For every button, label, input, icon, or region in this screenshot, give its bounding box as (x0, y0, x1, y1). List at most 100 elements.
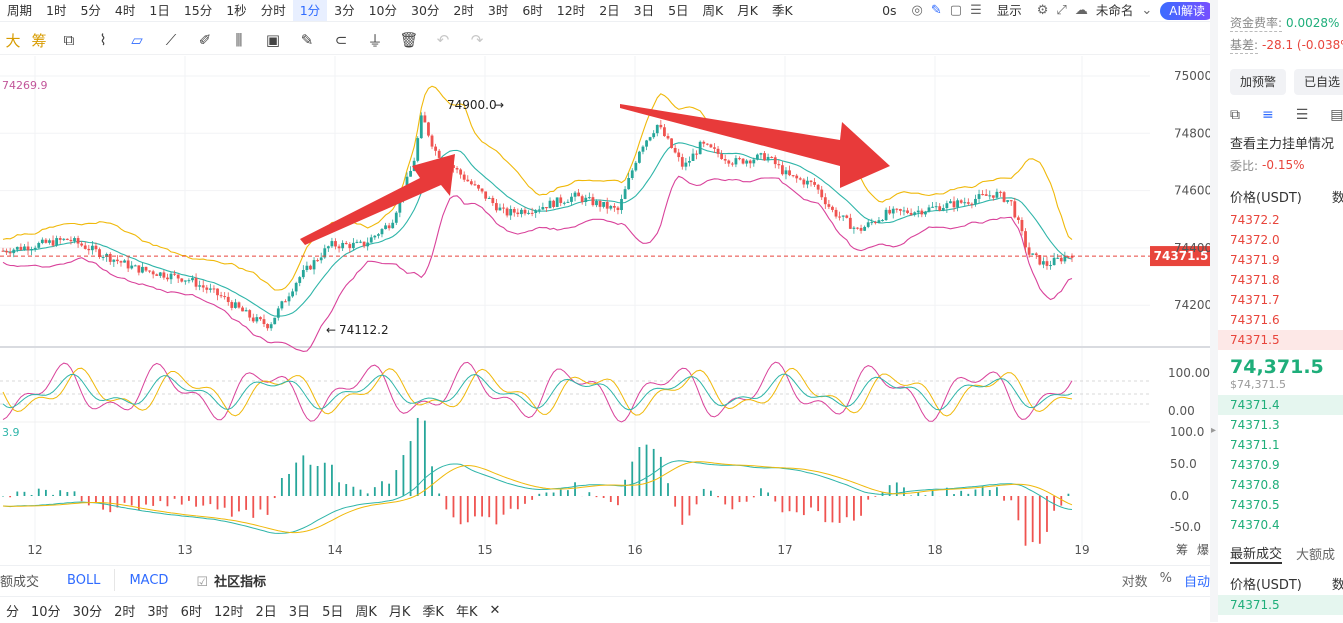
copy-icon[interactable]: ⧉ (1230, 107, 1240, 123)
candle-icon[interactable]: ⫼ (222, 31, 256, 49)
tab-macd[interactable]: MACD (115, 573, 182, 588)
ask-row[interactable]: 74371.5 (1218, 330, 1343, 350)
period-option[interactable]: 3日 (627, 0, 661, 22)
bid-row[interactable]: 74370.4 (1218, 515, 1343, 535)
ruler-icon[interactable]: ⟋ (154, 31, 188, 49)
period-option[interactable]: 10分 (362, 0, 404, 22)
tab-boll[interactable]: BOLL (53, 573, 114, 588)
candle-body (659, 125, 662, 127)
candle-body (996, 192, 999, 198)
ask-row[interactable]: 74371.8 (1218, 270, 1343, 290)
pen-icon[interactable]: ✐ (188, 31, 222, 49)
menu-icon[interactable]: ☰ (970, 3, 982, 18)
ai-analysis-button[interactable]: AI解读 (1160, 2, 1214, 20)
tab-large-trades[interactable]: 大额成 (1296, 544, 1335, 563)
percent-toggle[interactable]: % (1160, 571, 1172, 590)
copy-icon[interactable]: ⧉ (52, 31, 86, 49)
macd-bar (488, 496, 490, 517)
period-option[interactable]: 季K (765, 0, 800, 22)
chips-label[interactable]: 筹 (26, 30, 52, 51)
rect-icon[interactable]: ▱ (120, 31, 154, 49)
close-icon[interactable]: ✕ (483, 603, 506, 618)
bottom-period-option[interactable]: 12时 (208, 601, 250, 620)
bid-row[interactable]: 74371.4 (1218, 395, 1343, 415)
filter-icon[interactable]: ⏚ (358, 30, 392, 51)
period-option[interactable]: 周K (696, 0, 731, 22)
period-option[interactable]: 3时 (481, 0, 515, 22)
bottom-period-option[interactable]: 年K (450, 601, 484, 620)
bid-row[interactable]: 74370.8 (1218, 475, 1343, 495)
period-option[interactable]: 1时 (39, 0, 73, 22)
auto-toggle[interactable]: 自动 (1184, 571, 1210, 590)
undo-icon[interactable]: ↶ (426, 31, 460, 49)
chevron-down-icon[interactable]: ⌄ (1141, 3, 1152, 18)
redo-icon[interactable]: ↷ (460, 31, 494, 49)
period-option[interactable]: 1秒 (219, 0, 253, 22)
period-option[interactable]: 5分 (73, 0, 107, 22)
tab-turnover[interactable]: 额成交 (0, 571, 53, 590)
bottom-period-option[interactable]: 月K (383, 601, 417, 620)
period-menu[interactable]: 周期 (0, 0, 39, 22)
period-option[interactable]: 4时 (108, 0, 142, 22)
bottom-period-option[interactable]: 5日 (316, 601, 349, 620)
bottom-period-option[interactable]: 周K (349, 601, 383, 620)
bottom-period-option[interactable]: 3时 (141, 601, 174, 620)
trash-icon[interactable]: 🗑 (392, 31, 426, 49)
period-option[interactable]: 3分 (327, 0, 361, 22)
period-option[interactable]: 2时 (446, 0, 480, 22)
bid-row[interactable]: 74370.9 (1218, 455, 1343, 475)
bid-row[interactable]: 74371.3 (1218, 415, 1343, 435)
period-option[interactable]: 2日 (592, 0, 626, 22)
log-toggle[interactable]: 对数 (1122, 571, 1148, 590)
edit-icon[interactable]: ✎ (931, 3, 942, 18)
period-option[interactable]: 1分 (293, 0, 327, 22)
chart-area[interactable]: 74371.575000.074800.074600.074400.074200… (0, 56, 1218, 562)
candle-body (599, 201, 602, 207)
big-label[interactable]: 大 (0, 30, 26, 51)
display-button[interactable]: 显示 (990, 0, 1029, 22)
period-option[interactable]: 12时 (550, 0, 592, 22)
tab-latest-trades[interactable]: 最新成交 (1230, 543, 1282, 564)
bottom-period-option[interactable]: 2日 (250, 601, 283, 620)
pin-icon[interactable]: ▢ (950, 3, 962, 18)
period-option[interactable]: 1日 (142, 0, 176, 22)
ask-row[interactable]: 74372.0 (1218, 230, 1343, 250)
bid-row[interactable]: 74371.1 (1218, 435, 1343, 455)
period-option[interactable]: 15分 (177, 0, 219, 22)
bottom-period-option[interactable]: 30分 (67, 601, 109, 620)
tab-community-indicators[interactable]: ☑社区指标 (182, 571, 280, 590)
magnet-icon[interactable]: ⊂ (324, 31, 358, 49)
book-list-icon[interactable]: ☰ (1296, 107, 1309, 123)
bid-row[interactable]: 74370.5 (1218, 495, 1343, 515)
bottom-period-option[interactable]: 10分 (25, 601, 67, 620)
kline-chart[interactable]: 74371.575000.074800.074600.074400.074200… (0, 56, 1218, 562)
watchlist-button[interactable]: 已自选 (1294, 69, 1343, 95)
ask-row[interactable]: 74372.2 (1218, 210, 1343, 230)
period-option[interactable]: 6时 (515, 0, 549, 22)
layout-name[interactable]: 未命名 (1096, 0, 1134, 22)
book-grid-icon[interactable]: ▤ (1330, 107, 1343, 123)
save-icon[interactable]: ▣ (256, 31, 290, 49)
bottom-period-option[interactable]: 季K (416, 601, 450, 620)
bottom-period-option[interactable]: 分 (0, 601, 25, 620)
book-both-icon[interactable]: ≡ (1262, 107, 1274, 123)
ask-row[interactable]: 74371.9 (1218, 250, 1343, 270)
ask-row[interactable]: 74371.6 (1218, 310, 1343, 330)
period-option[interactable]: 月K (730, 0, 765, 22)
settings-icon[interactable]: ⚙ (1037, 3, 1049, 18)
period-option[interactable]: 分时 (254, 0, 293, 22)
bottom-period-option[interactable]: 2时 (108, 601, 141, 620)
fullscreen-icon[interactable]: ⤢ (1056, 3, 1066, 18)
bottom-period-option[interactable]: 6时 (175, 601, 208, 620)
brush-icon[interactable]: ⌇ (86, 31, 120, 49)
view-main-orders[interactable]: 查看主力挂单情况 (1218, 130, 1343, 154)
ask-row[interactable]: 74371.7 (1218, 290, 1343, 310)
panel-splitter[interactable]: ▸ (1210, 0, 1218, 622)
add-alert-button[interactable]: 加预警 (1230, 69, 1286, 95)
period-option[interactable]: 5日 (661, 0, 695, 22)
period-option[interactable]: 30分 (404, 0, 446, 22)
bottom-period-option[interactable]: 3日 (283, 601, 316, 620)
note-icon[interactable]: ✎ (290, 31, 324, 49)
collapse-icon[interactable]: ▸ (1211, 425, 1216, 436)
camera-icon[interactable]: ◎ (912, 3, 923, 18)
